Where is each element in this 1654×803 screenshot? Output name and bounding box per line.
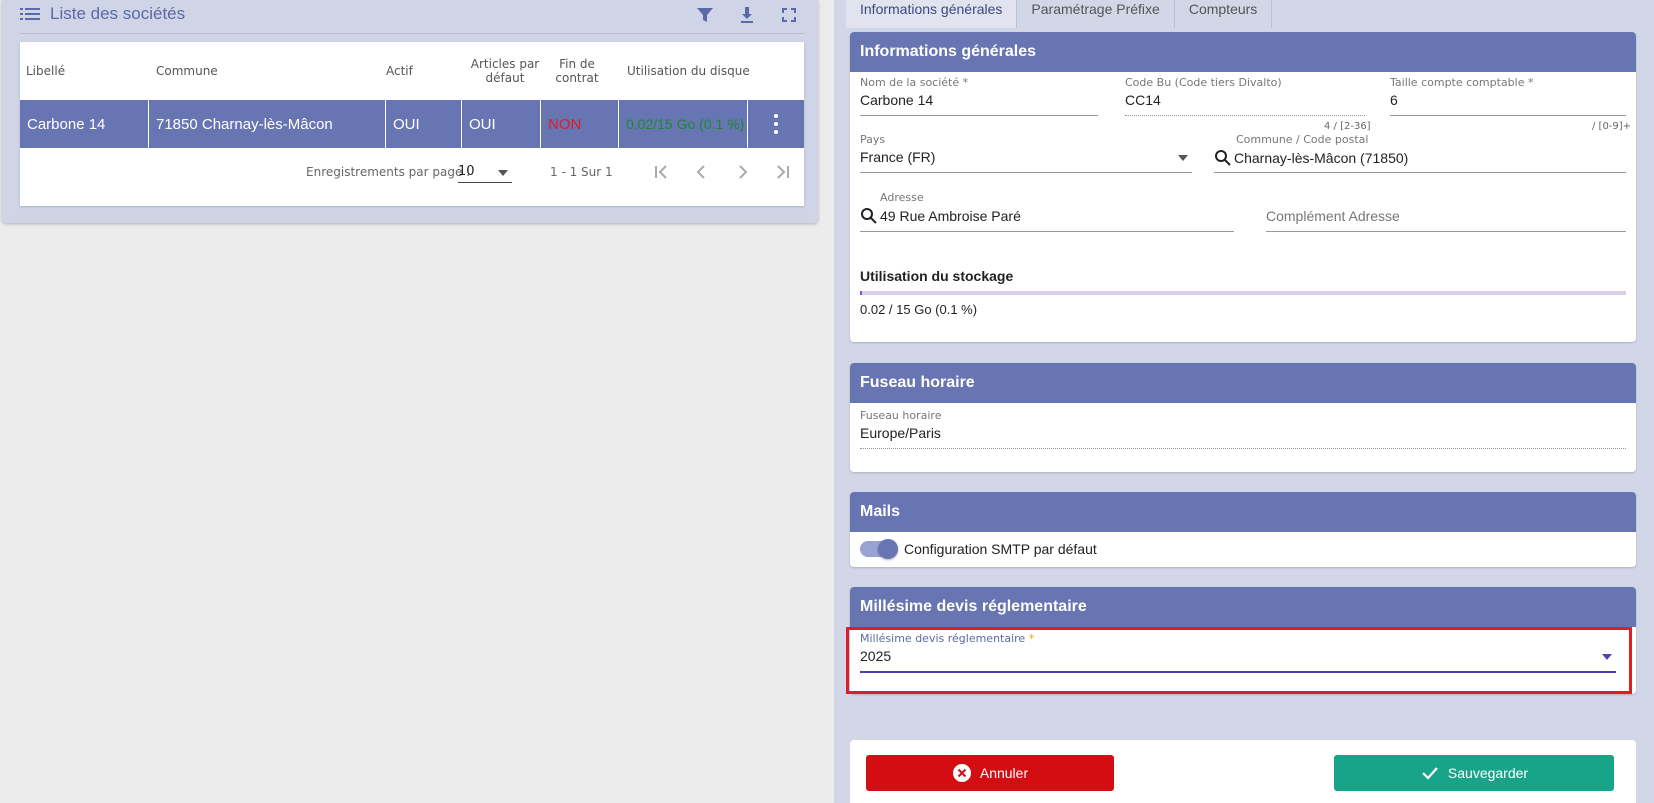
- cell-fin-contrat: NON: [540, 100, 618, 148]
- cancel-button[interactable]: Annuler: [866, 755, 1114, 791]
- company-detail-panel: Informations générales Paramétrage Préfi…: [834, 0, 1654, 803]
- cell-disque: 0.02/15 Go (0.1 %): [618, 100, 747, 148]
- col-actif[interactable]: Actif: [386, 42, 446, 100]
- divider: [20, 33, 804, 34]
- filter-icon[interactable]: [694, 4, 716, 26]
- col-commune[interactable]: Commune: [156, 42, 356, 100]
- code-bu-label: Code Bu (Code tiers Divalto): [1125, 76, 1282, 89]
- row-menu-button[interactable]: [747, 100, 804, 148]
- page-range: 1 - 1 Sur 1: [550, 165, 613, 179]
- code-bu-value: CC14: [1125, 92, 1161, 108]
- chevron-down-icon: [498, 170, 508, 176]
- storage-progress-bar: [860, 291, 1626, 295]
- tab-prefixe[interactable]: Paramétrage Préfixe: [1017, 0, 1175, 28]
- storage-value: 0.02 / 15 Go (0.1 %): [860, 302, 978, 317]
- info-card: Informations générales Nom de la société…: [850, 32, 1636, 342]
- commune-field[interactable]: Commune / Code postal Charnay-lès-Mâcon …: [1214, 133, 1626, 173]
- table-header: Libellé Commune Actif Articles par défau…: [20, 42, 804, 100]
- pagination: Enregistrements par page : 10 1 - 1 Sur …: [20, 157, 804, 187]
- company-name-label: Nom de la société *: [860, 76, 969, 89]
- check-icon: [1420, 763, 1440, 783]
- cancel-circle-icon: [952, 763, 972, 783]
- cell-actif: OUI: [385, 100, 461, 148]
- last-page-button[interactable]: [768, 159, 796, 185]
- first-page-button[interactable]: [648, 159, 676, 185]
- company-name-value: Carbone 14: [860, 92, 934, 108]
- smtp-toggle-label: Configuration SMTP par défaut: [904, 541, 1097, 557]
- search-icon: [860, 207, 878, 228]
- next-page-button[interactable]: [728, 159, 756, 185]
- tab-bar: Informations générales Paramétrage Préfi…: [846, 0, 1273, 28]
- company-list-panel: Liste des sociétés Libellé Commune Actif…: [2, 0, 818, 223]
- col-fin-contrat[interactable]: Fin de contrat: [554, 42, 600, 100]
- save-label: Sauvegarder: [1447, 765, 1529, 781]
- country-select[interactable]: Pays France (FR): [860, 133, 1192, 173]
- focus-highlight-box: [846, 627, 1632, 694]
- storage-title: Utilisation du stockage: [860, 268, 1014, 284]
- address-label: Adresse: [880, 191, 924, 204]
- tab-compteurs[interactable]: Compteurs: [1175, 0, 1273, 28]
- fullscreen-icon[interactable]: [778, 4, 800, 26]
- list-icon: [20, 7, 40, 21]
- save-button[interactable]: Sauvegarder: [1334, 755, 1614, 791]
- timezone-label: Fuseau horaire: [860, 409, 942, 422]
- timezone-field[interactable]: Fuseau horaire Europe/Paris: [860, 409, 1626, 449]
- mails-card: Mails Configuration SMTP par défaut: [850, 492, 1636, 567]
- table-row[interactable]: Carbone 14 71850 Charnay-lès-Mâcon OUI O…: [20, 100, 804, 148]
- action-bar: Annuler Sauvegarder: [850, 740, 1636, 803]
- tab-informations[interactable]: Informations générales: [846, 0, 1018, 28]
- cell-commune: 71850 Charnay-lès-Mâcon: [148, 100, 385, 148]
- address-value: 49 Rue Ambroise Paré: [880, 208, 1021, 225]
- code-bu-field[interactable]: Code Bu (Code tiers Divalto) CC14: [1125, 76, 1365, 116]
- country-value: France (FR): [860, 149, 936, 165]
- account-size-value: 6: [1390, 92, 1398, 108]
- cancel-label: Annuler: [979, 765, 1029, 781]
- mails-card-title: Mails: [850, 492, 1636, 532]
- address-field[interactable]: Adresse 49 Rue Ambroise Paré: [860, 191, 1234, 232]
- country-label: Pays: [860, 133, 886, 146]
- timezone-value: Europe/Paris: [860, 425, 941, 441]
- cell-libelle: Carbone 14: [27, 115, 106, 133]
- more-vert-icon: [774, 112, 778, 136]
- download-icon[interactable]: [736, 4, 758, 26]
- list-header: Liste des sociétés: [20, 0, 800, 28]
- col-articles[interactable]: Articles par défaut: [470, 42, 540, 100]
- address-complement-placeholder: Complément Adresse: [1266, 208, 1400, 224]
- account-size-label: Taille compte comptable *: [1390, 76, 1534, 89]
- smtp-toggle[interactable]: [860, 539, 898, 559]
- timezone-card-title: Fuseau horaire: [850, 363, 1636, 403]
- list-title: Liste des sociétés: [50, 4, 186, 23]
- info-card-title: Informations générales: [850, 32, 1636, 72]
- per-page-select[interactable]: 10: [458, 161, 512, 183]
- per-page-value: 10: [458, 164, 475, 179]
- timezone-card: Fuseau horaire Fuseau horaire Europe/Par…: [850, 363, 1636, 472]
- address-complement-field[interactable]: Complément Adresse: [1266, 198, 1626, 232]
- cell-articles: OUI: [461, 100, 540, 148]
- commune-label: Commune / Code postal: [1236, 133, 1369, 146]
- account-size-hint: / [0-9]+: [1592, 121, 1632, 132]
- commune-value: Charnay-lès-Mâcon (71850): [1234, 150, 1409, 167]
- col-libelle[interactable]: Libellé: [26, 42, 146, 100]
- chevron-down-icon: [1178, 155, 1188, 161]
- col-disque[interactable]: Utilisation du disque: [627, 42, 757, 100]
- account-size-field[interactable]: Taille compte comptable * 6: [1390, 76, 1626, 116]
- prev-page-button[interactable]: [688, 159, 716, 185]
- per-page-label: Enregistrements par page :: [306, 165, 471, 179]
- companies-table: Libellé Commune Actif Articles par défau…: [20, 42, 804, 206]
- code-bu-hint: 4 / [2-36]: [1324, 121, 1371, 132]
- search-icon: [1214, 149, 1232, 170]
- storage-progress-fill: [860, 291, 862, 295]
- millesime-card-title: Millésime devis réglementaire: [850, 587, 1636, 627]
- company-name-field[interactable]: Nom de la société * Carbone 14: [860, 76, 1098, 116]
